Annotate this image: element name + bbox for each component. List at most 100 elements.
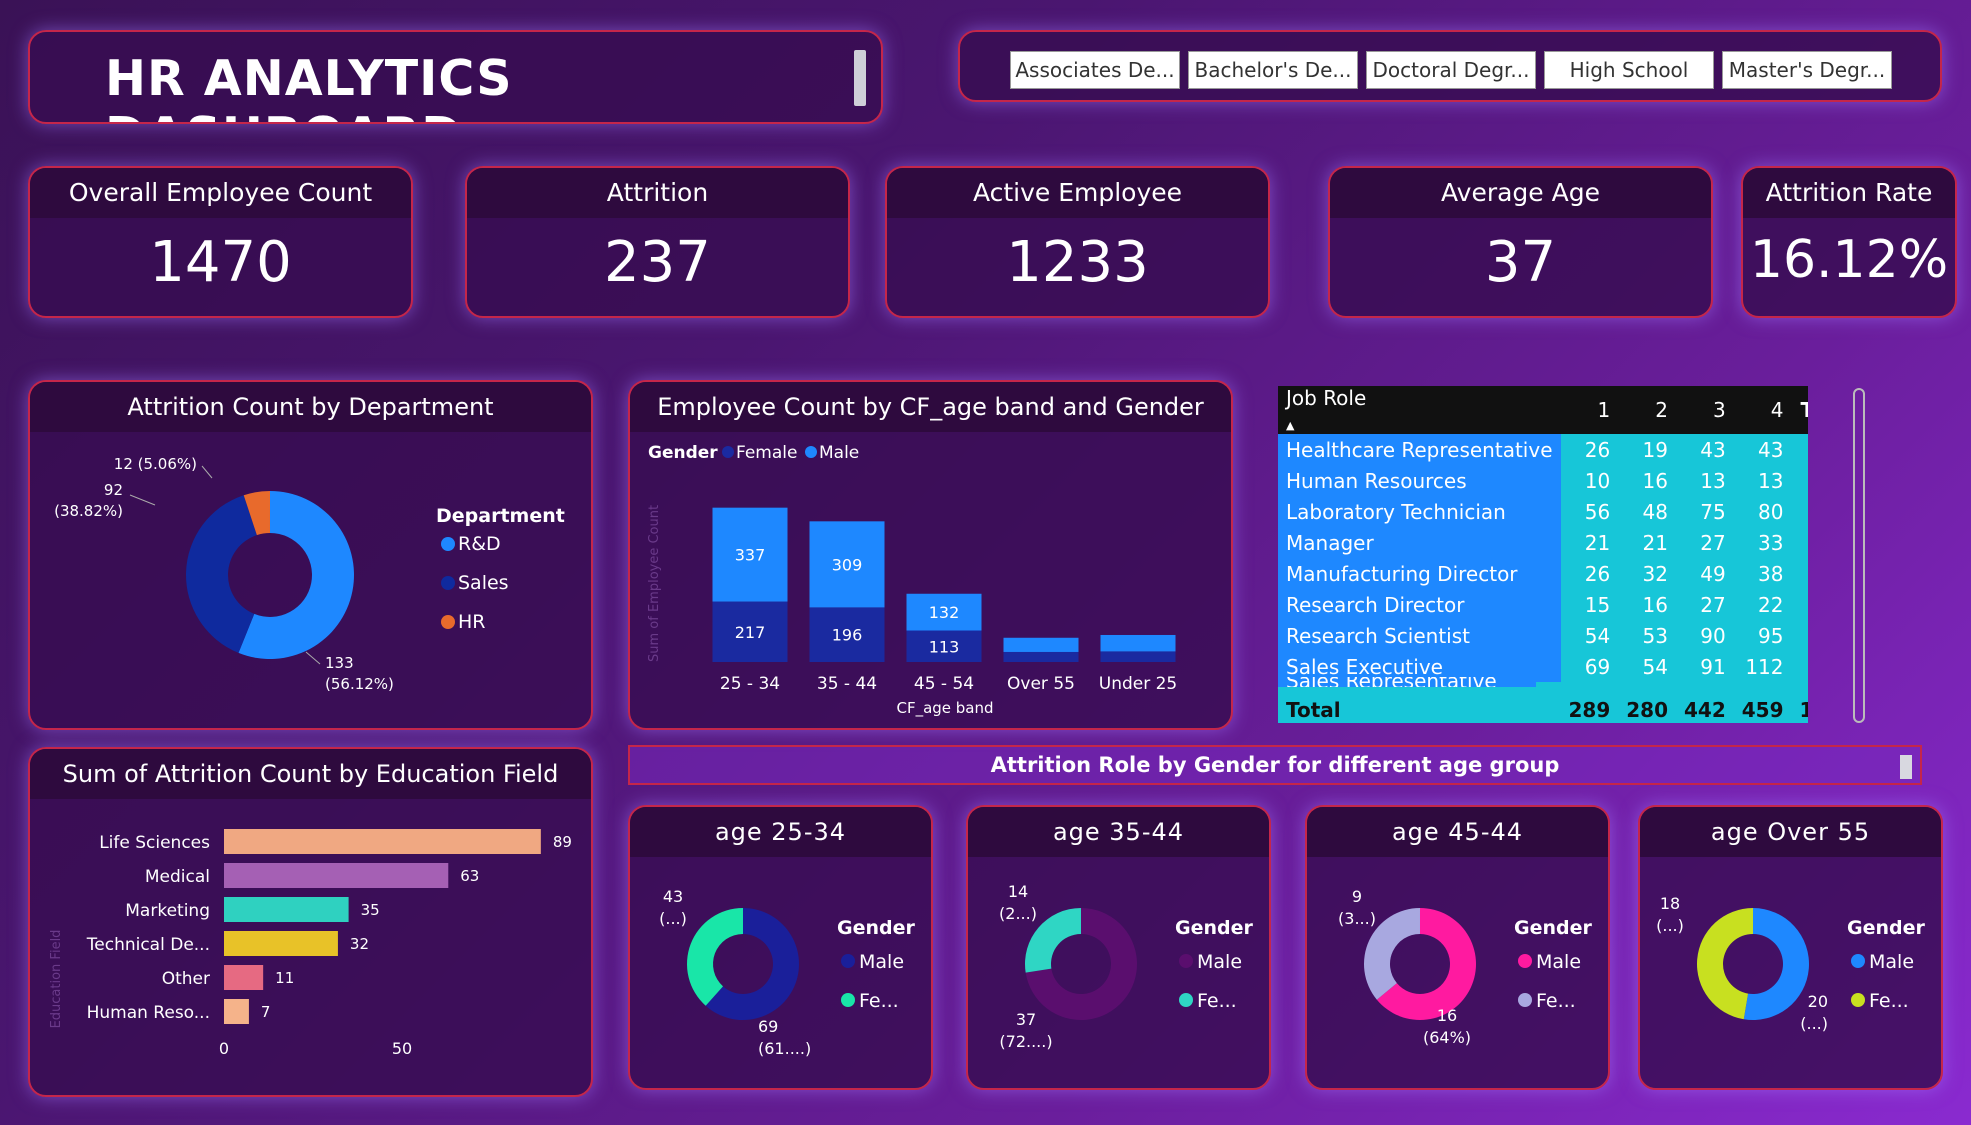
y-tick-label: Marketing xyxy=(125,901,210,921)
title-scroll-handle[interactable] xyxy=(854,50,866,106)
table-cell: 112 xyxy=(1745,654,1784,679)
table-cell: 15 xyxy=(1584,592,1611,617)
legend-label: Fe... xyxy=(1536,990,1576,1012)
data-label: 11 xyxy=(275,969,294,987)
legend-marker xyxy=(441,615,455,629)
sort-up-icon: ▲ xyxy=(1286,419,1295,432)
table-cell: 54 xyxy=(1584,623,1611,648)
legend-label: HR xyxy=(458,611,486,633)
table-cell: 292 xyxy=(1792,620,1809,651)
slicer-option[interactable]: Associates De... xyxy=(1010,51,1180,89)
bar xyxy=(224,829,541,854)
data-label: 35 xyxy=(361,901,380,919)
table-cell: 95 xyxy=(1758,623,1784,648)
data-label: 69 xyxy=(758,1017,778,1036)
table-cell: 27 xyxy=(1700,592,1726,617)
table-scrollbar[interactable] xyxy=(1853,388,1865,723)
x-axis-label: CF_age band xyxy=(896,699,993,718)
x-tick-label: 25 - 34 xyxy=(720,674,780,694)
kpi-label: Active Employee xyxy=(887,168,1268,218)
legend-marker xyxy=(441,537,455,551)
table-cell: 21 xyxy=(1584,530,1611,555)
column-header[interactable]: 2 xyxy=(1618,386,1676,434)
education-chart-panel: Sum of Attrition Count by Education Fiel… xyxy=(28,747,593,1097)
legend-label: Male xyxy=(1536,951,1581,973)
data-label: (...) xyxy=(659,909,687,928)
table-row[interactable]: Healthcare Representative 26 19 43 43 131 xyxy=(1278,434,1808,465)
kpi-card-active-employee: Active Employee 1233 xyxy=(885,166,1270,318)
table-cell: 13 xyxy=(1758,468,1784,493)
ageband-chart-panel: Employee Count by CF_age band and Gender… xyxy=(628,380,1233,730)
kpi-label: Average Age xyxy=(1330,168,1711,218)
title-panel: HR ANALYTICS DASHBOARD xyxy=(28,30,883,124)
y-axis-label: Education Field xyxy=(49,930,64,1029)
table-cell: 91 xyxy=(1700,654,1726,679)
column-header[interactable]: 3 xyxy=(1676,386,1734,434)
gender-slice xyxy=(687,908,743,1006)
slicer-option[interactable]: Doctoral Degr... xyxy=(1366,51,1536,89)
column-header[interactable]: Total xyxy=(1791,386,1808,434)
total-cell: 442 xyxy=(1676,694,1734,723)
legend-label: Male xyxy=(819,443,859,463)
table-row[interactable]: Research Director 15 16 27 22 80 xyxy=(1278,589,1808,620)
data-label: (...) xyxy=(1656,916,1684,935)
table-cell: 21 xyxy=(1642,530,1668,555)
legend-marker xyxy=(1851,993,1865,1007)
truncated-row: Sales Representative xyxy=(1278,677,1536,687)
slicer-option[interactable]: High School xyxy=(1544,51,1714,89)
data-label: 16 xyxy=(1437,1006,1457,1025)
bar xyxy=(224,863,449,888)
gender-slice xyxy=(1743,908,1809,1020)
legend-title: Gender xyxy=(1847,917,1925,939)
total-cell: 289 xyxy=(1560,694,1619,723)
table-cell: 53 xyxy=(1642,623,1668,648)
legend-marker xyxy=(1518,993,1532,1007)
age-45-44-panel: age 45-44 16 (64%) 9 (3...) Gender Male Fe... xyxy=(1305,805,1610,1090)
data-label: 196 xyxy=(832,626,863,645)
row-label: Research Scientist xyxy=(1278,620,1561,651)
column-header[interactable]: 1 xyxy=(1560,386,1619,434)
leader-line xyxy=(201,465,213,479)
table-cell: 16 xyxy=(1642,468,1668,493)
data-label: (72....) xyxy=(999,1032,1052,1051)
data-label: 133 xyxy=(325,654,354,672)
table-row[interactable]: Manager 21 21 27 33 102 xyxy=(1278,527,1808,558)
table-cell: 131 xyxy=(1792,434,1809,465)
column-header[interactable]: 4 xyxy=(1733,386,1792,434)
table-row[interactable]: Laboratory Technician 56 48 75 80 259 xyxy=(1278,496,1808,527)
table-cell: 38 xyxy=(1758,561,1784,586)
legend-title: Gender xyxy=(1175,917,1253,939)
gender-donut-chart: 16 (64%) 9 (3...) Gender Male Fe... xyxy=(1338,887,1592,1047)
kpi-value: 237 xyxy=(604,230,711,295)
table-row[interactable]: Research Scientist 54 53 90 95 292 xyxy=(1278,620,1808,651)
dashboard-title: HR ANALYTICS DASHBOARD xyxy=(105,50,513,122)
data-label: 89 xyxy=(553,833,572,851)
y-tick-label: Other xyxy=(162,969,210,989)
table-cell: 16 xyxy=(1642,592,1668,617)
table-cell: 54 xyxy=(1642,654,1668,679)
bar xyxy=(1100,634,1176,652)
scroll-handle[interactable] xyxy=(1900,755,1912,779)
data-label: 63 xyxy=(460,867,479,885)
column-header-job-role[interactable]: Job Role ▲ xyxy=(1278,386,1561,434)
kpi-value: 37 xyxy=(1484,230,1557,295)
x-tick-label: 0 xyxy=(219,1039,229,1058)
total-cell: 1470 xyxy=(1791,694,1808,723)
slicer-option[interactable]: Bachelor's De... xyxy=(1188,51,1358,89)
table-cell: 80 xyxy=(1792,589,1809,620)
section-header: Attrition Role by Gender for different a… xyxy=(628,745,1922,785)
table-row[interactable]: Human Resources 10 16 13 13 52 xyxy=(1278,465,1808,496)
table-row[interactable]: Manufacturing Director 26 32 49 38 145 xyxy=(1278,558,1808,589)
education-bar-chart: Education Field Life Sciences 89 Medical 63 M… xyxy=(49,829,572,1058)
table-cell: 10 xyxy=(1584,468,1611,493)
data-label: (38.82%) xyxy=(54,502,123,520)
age-25-34-panel: age 25-34 69 (61....) 43 (...) Gender Male Fe.… xyxy=(628,805,933,1090)
slicer-option[interactable]: Master's Degr... xyxy=(1722,51,1892,89)
age-35-44-panel: age 35-44 37 (72....) 14 (2...) Gender Male Fe… xyxy=(966,805,1271,1090)
legend-marker xyxy=(841,993,855,1007)
data-label: 18 xyxy=(1660,894,1680,913)
row-label: Human Resources xyxy=(1278,465,1561,496)
gender-donut-chart: 20 (...) 18 (...) Gender Male Fe... xyxy=(1656,894,1925,1033)
data-label: 217 xyxy=(735,623,766,642)
bar xyxy=(1003,637,1079,652)
